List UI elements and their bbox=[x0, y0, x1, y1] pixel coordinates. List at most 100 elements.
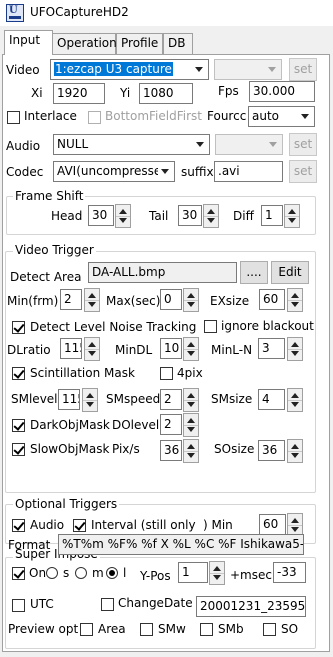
size-m-radio[interactable] bbox=[75, 567, 87, 579]
change-date-checkbox[interactable] bbox=[101, 598, 114, 611]
msec-input[interactable]: -33 bbox=[273, 562, 306, 583]
so-label: SO bbox=[281, 622, 299, 636]
dlratio-spinner[interactable] bbox=[84, 337, 100, 361]
dlratio-label: DLratio bbox=[7, 343, 51, 357]
min-frm-input[interactable]: 2 bbox=[60, 289, 82, 310]
y-pos-label: Y-Pos bbox=[140, 569, 171, 583]
bottom-field-first-checkbox[interactable] bbox=[88, 111, 101, 124]
four-pix-checkbox[interactable] bbox=[160, 367, 173, 380]
detect-area-browse-button[interactable]: .... bbox=[240, 261, 268, 284]
smlevel-input[interactable]: 115 bbox=[58, 389, 80, 410]
so-checkbox[interactable] bbox=[263, 623, 276, 636]
audio-set-button[interactable]: set bbox=[289, 133, 317, 156]
detect-area-edit-button[interactable]: Edit bbox=[271, 261, 309, 284]
fps-label: Fps bbox=[218, 84, 239, 98]
tail-input[interactable]: 30 bbox=[178, 205, 202, 226]
size-s-radio[interactable] bbox=[46, 567, 58, 579]
head-input[interactable]: 30 bbox=[88, 205, 114, 226]
smsize-spinner[interactable] bbox=[287, 388, 303, 412]
ignore-blackout-label: ignore blackout bbox=[221, 319, 314, 333]
yi-input[interactable]: 1080 bbox=[139, 83, 193, 104]
tab-profile[interactable]: Profile bbox=[116, 33, 163, 54]
video-device-select[interactable]: 1:ezcap U3 capture bbox=[50, 59, 209, 80]
codec-select[interactable]: AVI(uncompressed) bbox=[53, 161, 175, 182]
diff-input[interactable]: 1 bbox=[261, 205, 283, 226]
utc-checkbox[interactable] bbox=[12, 599, 25, 612]
preview-opt-label: Preview opt bbox=[8, 622, 79, 636]
scintillation-mask-checkbox[interactable] bbox=[12, 367, 25, 380]
change-date-input[interactable]: 20001231_235959 bbox=[196, 596, 306, 617]
area-checkbox[interactable] bbox=[80, 623, 93, 636]
ignore-blackout-checkbox[interactable] bbox=[204, 320, 217, 333]
tab-input[interactable]: Input bbox=[4, 30, 53, 55]
detect-area-label: Detect Area bbox=[10, 270, 82, 284]
diff-spinner[interactable] bbox=[284, 204, 300, 228]
xi-input[interactable]: 1920 bbox=[53, 83, 105, 104]
min-frm-label: Min(frm) bbox=[7, 294, 59, 308]
detect-area-input[interactable]: DA-ALL.bmp bbox=[88, 262, 237, 283]
frame-shift-title: Frame Shift bbox=[13, 189, 86, 203]
tail-spinner[interactable] bbox=[203, 204, 219, 228]
exsize-spinner[interactable] bbox=[287, 288, 303, 312]
exsize-input[interactable]: 60 bbox=[259, 289, 285, 310]
ufo-app-icon: U bbox=[6, 4, 24, 22]
dlratio-input[interactable]: 115 bbox=[60, 338, 82, 359]
pix-s-input[interactable]: 36 bbox=[160, 440, 182, 461]
codec-label: Codec bbox=[6, 165, 44, 179]
smlevel-spinner[interactable] bbox=[82, 388, 98, 412]
y-pos-spinner[interactable] bbox=[209, 561, 225, 585]
smw-checkbox[interactable] bbox=[140, 623, 153, 636]
interval-trigger-checkbox[interactable] bbox=[73, 519, 86, 532]
smspeed-spinner[interactable] bbox=[183, 388, 199, 412]
fourcc-select[interactable]: auto bbox=[248, 106, 315, 127]
smb-checkbox[interactable] bbox=[200, 623, 213, 636]
tab-db[interactable]: DB bbox=[163, 33, 193, 54]
smspeed-input[interactable]: 2 bbox=[160, 389, 182, 410]
video-label: Video bbox=[6, 63, 40, 77]
dark-obj-mask-checkbox[interactable] bbox=[12, 419, 25, 432]
head-spinner[interactable] bbox=[115, 204, 131, 228]
video-trigger-title: Video Trigger bbox=[13, 243, 96, 257]
video-set-button[interactable]: set bbox=[289, 58, 317, 81]
detect-level-noise-label: Detect Level Noise Tracking bbox=[30, 320, 197, 334]
interval-min-input[interactable]: 60 bbox=[259, 514, 286, 535]
suffix-label: suffix bbox=[181, 165, 214, 179]
interlace-checkbox[interactable] bbox=[7, 111, 20, 124]
codec-set-button[interactable]: set bbox=[289, 160, 317, 183]
tab-operation[interactable]: Operation bbox=[52, 33, 117, 54]
superimpose-on-checkbox[interactable] bbox=[12, 567, 25, 580]
sosize-input[interactable]: 36 bbox=[258, 440, 285, 461]
smb-label: SMb bbox=[218, 622, 244, 636]
minl-n-input[interactable]: 3 bbox=[258, 338, 285, 359]
chevron-down-icon bbox=[158, 163, 173, 180]
slow-obj-mask-checkbox[interactable] bbox=[12, 443, 25, 456]
pix-s-spinner[interactable] bbox=[183, 439, 199, 463]
dolevel-spinner[interactable] bbox=[183, 413, 199, 437]
video-mode-select bbox=[214, 59, 282, 80]
title-bar: U UFOCaptureHD2 bbox=[0, 0, 333, 26]
smw-label: SMw bbox=[158, 622, 186, 636]
dark-obj-mask-label: DarkObjMask bbox=[30, 418, 110, 432]
size-l-radio[interactable] bbox=[106, 567, 118, 579]
audio-trigger-checkbox[interactable] bbox=[12, 519, 25, 532]
interval-min-label: ) Min bbox=[203, 518, 233, 532]
fps-input[interactable]: 30.000 bbox=[249, 81, 315, 102]
dolevel-input[interactable]: 2 bbox=[160, 414, 182, 435]
mindl-input[interactable]: 10 bbox=[160, 338, 182, 359]
fourcc-label: Fourcc bbox=[207, 109, 247, 123]
min-frm-spinner[interactable] bbox=[84, 288, 100, 312]
max-sec-spinner[interactable] bbox=[183, 288, 199, 312]
xi-label: Xi bbox=[31, 86, 43, 100]
sosize-spinner[interactable] bbox=[287, 439, 303, 463]
smsize-input[interactable]: 4 bbox=[258, 389, 285, 410]
minl-n-spinner[interactable] bbox=[287, 337, 303, 361]
smlevel-label: SMlevel bbox=[11, 392, 58, 406]
max-sec-input[interactable]: 0 bbox=[160, 289, 182, 310]
suffix-input[interactable]: .avi bbox=[214, 161, 283, 182]
detect-level-noise-checkbox[interactable] bbox=[12, 321, 25, 334]
audio-device-select[interactable]: NULL bbox=[53, 134, 210, 155]
mindl-spinner[interactable] bbox=[183, 337, 199, 361]
y-pos-input[interactable]: 1 bbox=[178, 562, 208, 583]
mindl-label: MinDL bbox=[115, 343, 153, 357]
format-input[interactable]: %T%m %F% %f X %L %C %F Ishikawa5-S AHD bbox=[58, 534, 304, 555]
